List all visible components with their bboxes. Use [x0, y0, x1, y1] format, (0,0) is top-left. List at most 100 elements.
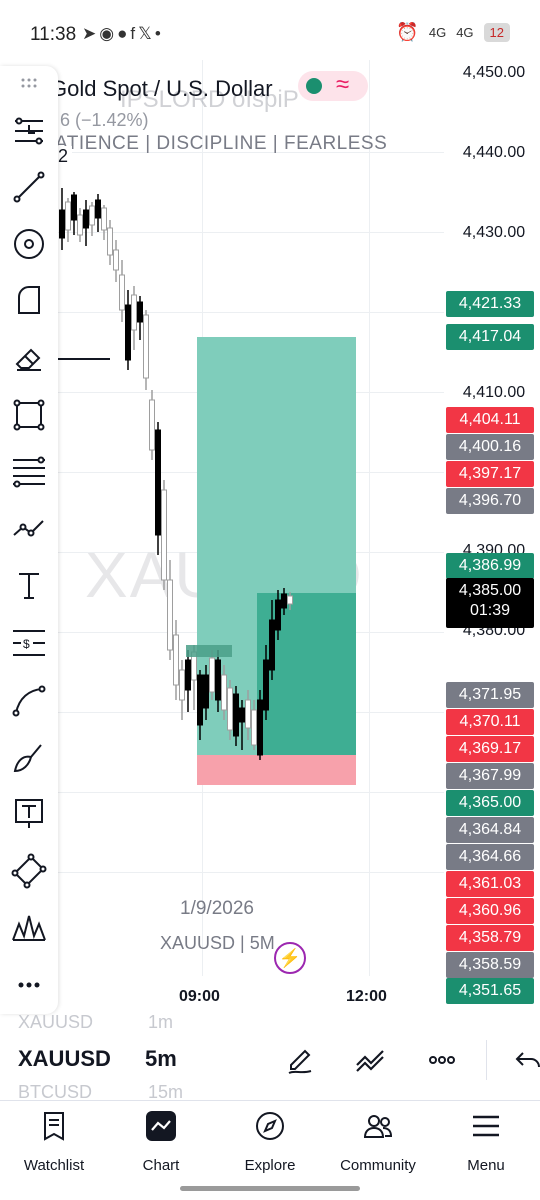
x-icon: 𝕏: [138, 24, 155, 43]
status-time: 11:38: [30, 24, 77, 45]
crosshair-menu-icon[interactable]: [8, 110, 50, 152]
text-icon[interactable]: [8, 565, 50, 607]
time-label: 09:00: [179, 988, 220, 1005]
nav-menu[interactable]: Menu: [436, 1109, 536, 1174]
undo-icon[interactable]: [508, 1040, 540, 1080]
nav-chart[interactable]: Chart: [111, 1109, 211, 1174]
curve-icon[interactable]: [8, 679, 50, 721]
telegram-icon: ➤: [82, 24, 100, 43]
pattern-icon[interactable]: [8, 907, 50, 949]
candle-body: [59, 209, 65, 239]
price-tag: 4,417.04: [446, 324, 534, 350]
candle-body: [179, 669, 185, 701]
candle-body: [65, 201, 71, 231]
candle-body: [245, 699, 251, 729]
polyline-icon[interactable]: [8, 508, 50, 550]
axis-price: 4,410.00: [462, 384, 526, 401]
candle-countdown: 01:39: [469, 602, 511, 619]
price-tag: 4,386.99: [446, 553, 534, 579]
people-icon: [361, 1109, 395, 1143]
fib-lines-icon[interactable]: [8, 451, 50, 493]
alarm-icon: ⏰: [396, 22, 419, 42]
candle-body: [173, 634, 179, 686]
candle-body: [275, 599, 281, 631]
signal-2: 4G: [456, 25, 474, 40]
brush-icon[interactable]: [8, 736, 50, 778]
shape-icon[interactable]: [8, 280, 50, 322]
candle-body: [269, 619, 275, 671]
candle-body: [131, 294, 137, 331]
candle-body: [119, 274, 125, 311]
candle-body: [113, 249, 119, 271]
text-note-icon[interactable]: [8, 793, 50, 835]
home-indicator[interactable]: [180, 1186, 360, 1191]
price-tag: 4,397.17: [446, 461, 534, 487]
github-icon: ●: [117, 24, 131, 43]
signal-1: 4G: [428, 25, 447, 40]
price-tag: 4,369.17: [446, 736, 534, 762]
symbol-selector[interactable]: XAUUSD: [18, 1046, 111, 1072]
candle-body: [155, 429, 161, 536]
discord-icon: ◉: [99, 24, 118, 43]
ghost-tf-top: 1m: [148, 1012, 174, 1032]
price-tag: 4,364.66: [446, 844, 534, 870]
indicators-icon[interactable]: [350, 1040, 390, 1080]
candle-body: [143, 314, 149, 379]
candle-body: [257, 699, 263, 756]
entry-marker: [186, 645, 232, 657]
price-tag: 4,365.00: [446, 790, 534, 816]
price-tag: 4,364.84: [446, 817, 534, 843]
divider: [486, 1040, 487, 1080]
candle-body: [233, 693, 239, 737]
compass-icon: [253, 1109, 287, 1143]
candle-body: [95, 199, 101, 219]
candle-body: [185, 659, 191, 691]
notification-icons: ➤◉●f𝕏•: [82, 24, 164, 44]
more-icon[interactable]: [8, 964, 50, 1006]
nav-watchlist[interactable]: Watchlist: [4, 1109, 104, 1174]
rectangle-icon[interactable]: [8, 394, 50, 436]
candle-body: [221, 674, 227, 711]
candle-body: [167, 579, 173, 651]
svg-text:$: $: [23, 637, 30, 651]
eraser-icon[interactable]: [8, 337, 50, 379]
candle-body: [161, 489, 167, 581]
current-price-tag: 4,385.00 01:39: [446, 578, 534, 628]
axis-price: 4,440.00: [462, 144, 526, 161]
symbol-timeframe-label: XAUUSD | 5M: [160, 933, 275, 953]
indicator-pill[interactable]: ≈: [298, 71, 368, 101]
trend-line-icon[interactable]: [8, 166, 50, 208]
price-tag: 4,358.79: [446, 925, 534, 951]
more-options-icon[interactable]: [422, 1040, 462, 1080]
drag-handle-icon[interactable]: [8, 66, 50, 102]
candle-body: [227, 687, 233, 731]
candle-body: [107, 227, 113, 256]
timeframe-selector[interactable]: 5m: [145, 1046, 177, 1072]
price-tag: 4,358.59: [446, 952, 534, 978]
candle-body: [83, 209, 89, 229]
lightning-icon[interactable]: ⚡: [274, 942, 306, 974]
candle-body: [137, 301, 143, 323]
nav-label: Menu: [467, 1157, 505, 1174]
price-tag: 4,360.96: [446, 898, 534, 924]
nav-explore[interactable]: Explore: [220, 1109, 320, 1174]
chart-icon: [144, 1109, 178, 1143]
price-tag: 4,351.65: [446, 978, 534, 1004]
symbol-title[interactable]: Gold Spot / U.S. Dollar: [50, 76, 273, 102]
candle-body: [203, 674, 209, 709]
nav-community[interactable]: Community: [328, 1109, 428, 1174]
candle-body: [209, 657, 215, 693]
wave-icon: ≈: [336, 71, 350, 98]
circle-target-icon[interactable]: [8, 223, 50, 265]
date-label: 1/9/2026: [180, 898, 254, 919]
price-label-icon[interactable]: $: [8, 622, 50, 664]
candle-body: [281, 593, 287, 609]
candle-body: [89, 205, 95, 226]
nav-label: Chart: [142, 1157, 180, 1174]
hamburger-icon: [469, 1109, 503, 1143]
chart-area[interactable]: XAUUSD ≈ IPSLORD oIspiP Gold Spot / U.S.…: [0, 60, 540, 1020]
time-label: 12:00: [346, 988, 387, 1005]
parallelogram-icon[interactable]: [8, 850, 50, 892]
candle-body: [125, 304, 131, 361]
pen-icon[interactable]: [280, 1040, 320, 1080]
